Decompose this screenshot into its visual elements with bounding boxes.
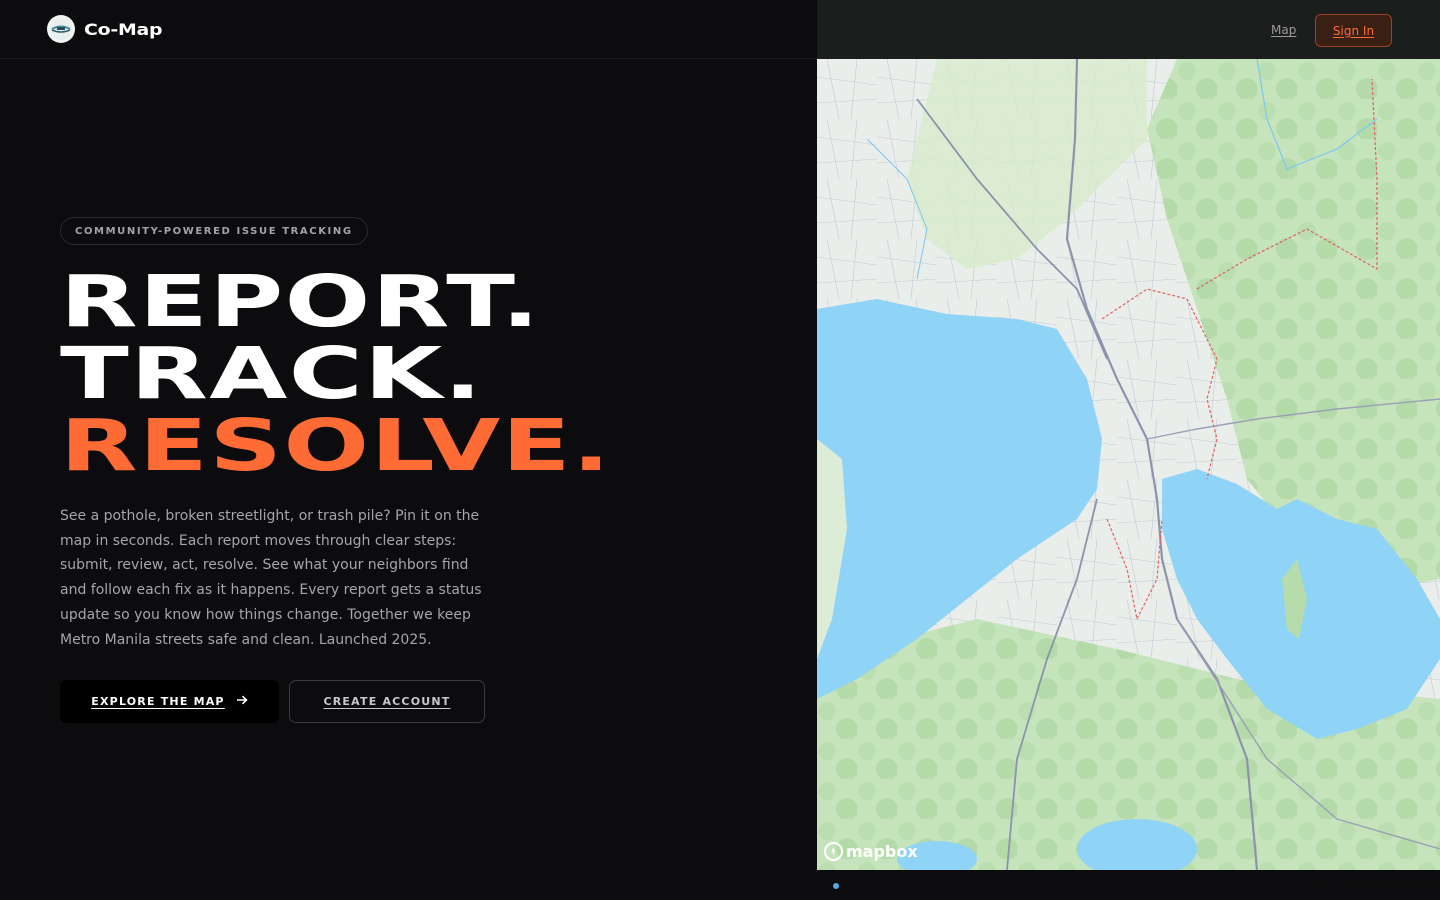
mapbox-wordmark: mapbox bbox=[846, 842, 918, 861]
hero-description: See a pothole, broken streetlight, or tr… bbox=[60, 508, 482, 648]
tagline-pill: COMMUNITY-POWERED ISSUE TRACKING bbox=[60, 217, 368, 245]
headline-resolve: RESOLVE. bbox=[60, 404, 612, 487]
arrow-right-icon bbox=[236, 695, 248, 708]
globe-logo-icon bbox=[47, 15, 75, 43]
map-canvas[interactable] bbox=[817, 59, 1440, 870]
brand-link[interactable]: Co-Map bbox=[47, 15, 163, 43]
headline-track: TRACK. bbox=[60, 332, 484, 415]
sign-in-button[interactable]: Sign In bbox=[1315, 14, 1392, 47]
hero-headline: REPORT. TRACK. RESOLVE. bbox=[60, 266, 610, 482]
mapbox-attribution[interactable]: mapbox bbox=[824, 842, 918, 861]
brand-name: Co-Map bbox=[84, 19, 163, 39]
top-navigation bbox=[0, 0, 1440, 59]
live-indicator-dot-icon bbox=[833, 883, 839, 889]
explore-map-label: EXPLORE THE MAP bbox=[91, 695, 225, 708]
create-account-button[interactable]: CREATE ACCOUNT bbox=[289, 680, 485, 723]
map-status-text: Live — Metro Manila bbox=[1298, 878, 1430, 893]
mapbox-logo-icon bbox=[824, 842, 843, 861]
explore-map-button[interactable]: EXPLORE THE MAP bbox=[60, 680, 279, 723]
headline-report: REPORT. bbox=[60, 260, 541, 343]
nav-map-link[interactable]: Map bbox=[1271, 23, 1296, 37]
